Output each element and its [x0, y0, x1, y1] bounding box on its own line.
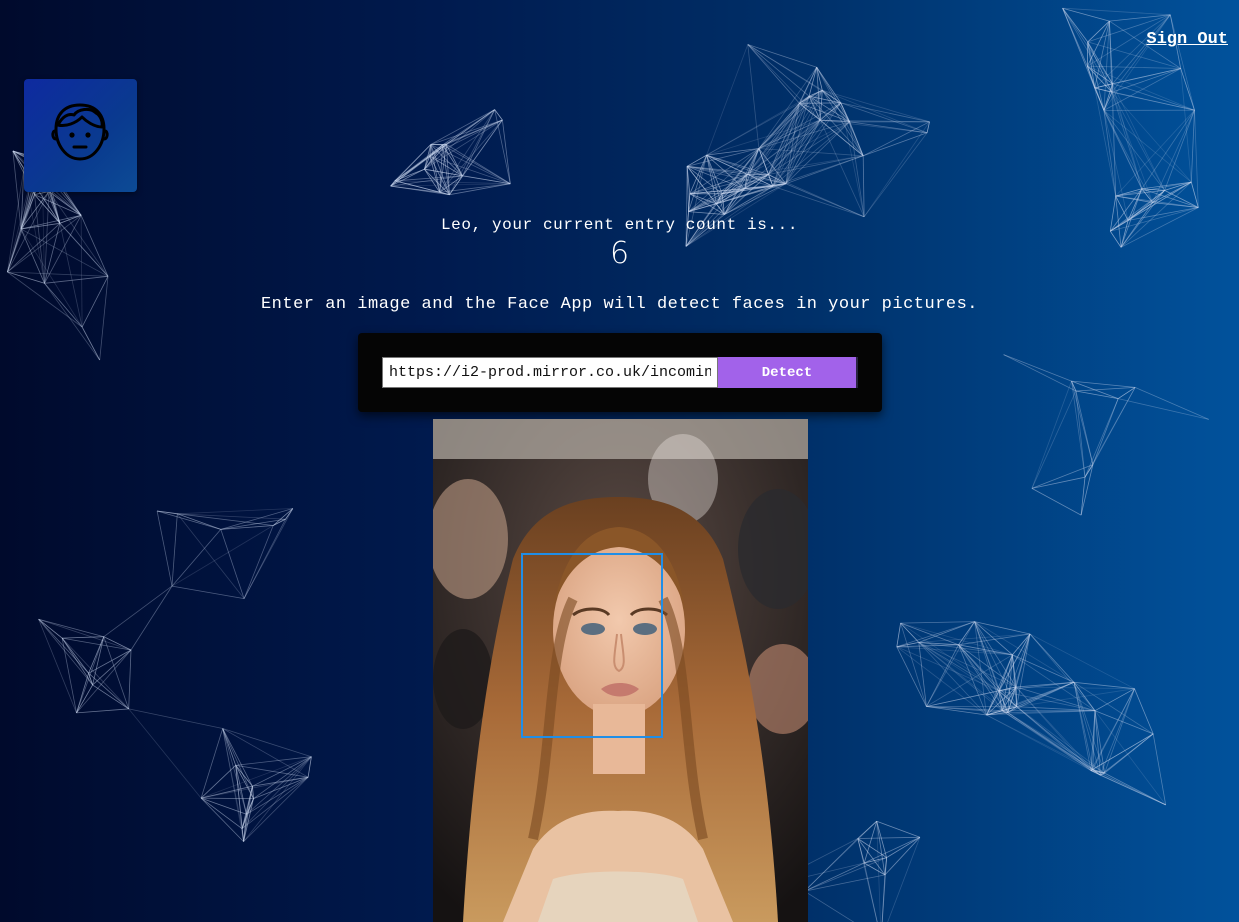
- face-detection-box: [521, 553, 663, 738]
- result-image: [433, 419, 808, 922]
- instructions-text: Enter an image and the Face App will det…: [260, 295, 978, 314]
- image-url-form: Detect: [358, 333, 882, 412]
- entry-count: 6: [609, 236, 630, 271]
- sign-out-link[interactable]: Sign Out: [1146, 30, 1228, 49]
- image-url-input[interactable]: [382, 357, 718, 388]
- logo[interactable]: [24, 79, 137, 192]
- detect-button[interactable]: Detect: [718, 357, 858, 388]
- face-outline-icon: [51, 103, 109, 161]
- entry-greeting: Leo, your current entry count is...: [440, 216, 799, 234]
